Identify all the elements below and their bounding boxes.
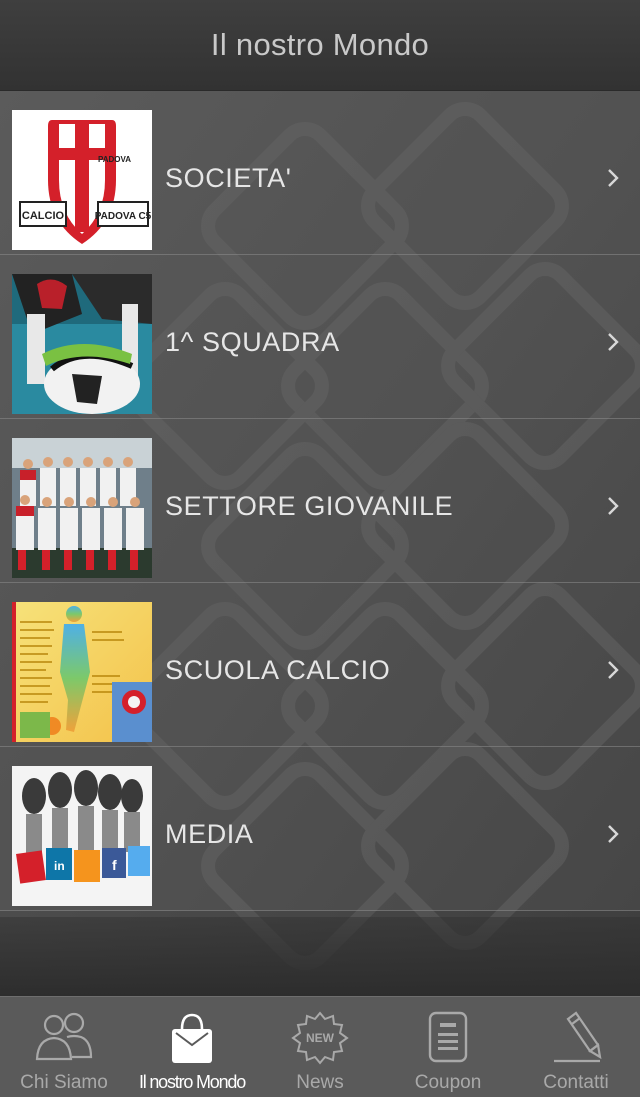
menu-item-societa[interactable]: CALCIO PADOVA C5 PADOVA SOCIETA' (0, 91, 640, 255)
youth-team-photo (12, 438, 152, 578)
svg-text:in: in (54, 859, 65, 873)
media-microphones-image: in f (12, 766, 152, 906)
menu-item-label: SETTORE GIOVANILE (165, 491, 454, 521)
coupon-document-icon (428, 1011, 468, 1063)
football-school-flyer (12, 602, 152, 742)
tab-label: Il nostro Mondo (138, 1072, 246, 1092)
pen-edit-icon (554, 1011, 602, 1063)
club-logo-image: CALCIO PADOVA C5 PADOVA (12, 110, 152, 250)
menu-item-settore-giovanile[interactable]: SETTORE GIOVANILE (0, 419, 640, 583)
tab-contatti[interactable]: Contatti (512, 997, 640, 1097)
tab-coupon[interactable]: Coupon (384, 997, 512, 1097)
page-title: Il nostro Mondo (210, 27, 430, 62)
tab-bar: Chi Siamo Il nostro Mondo NEW News Coupo… (0, 996, 640, 1097)
people-icon (35, 1012, 93, 1061)
nav-bar: Il nostro Mondo (0, 0, 640, 91)
menu-item-media[interactable]: in f MEDIA (0, 747, 640, 911)
new-badge-icon: NEW (291, 1011, 349, 1065)
tab-label: News (296, 1072, 344, 1093)
menu-list: CALCIO PADOVA C5 PADOVA SOCIETA' 1^ SQUA… (0, 91, 640, 911)
chevron-right-icon (608, 169, 619, 187)
tab-label: Chi Siamo (20, 1072, 108, 1093)
content-area[interactable]: CALCIO PADOVA C5 PADOVA SOCIETA' 1^ SQUA… (0, 91, 640, 996)
svg-text:f: f (112, 857, 117, 873)
menu-item-scuola-calcio[interactable]: SCUOLA CALCIO (0, 583, 640, 747)
tab-label: Coupon (414, 1072, 482, 1093)
chevron-right-icon (608, 825, 619, 843)
tab-chi-siamo[interactable]: Chi Siamo (0, 997, 128, 1097)
chevron-right-icon (608, 497, 619, 515)
menu-item-label: 1^ SQUADRA (165, 327, 340, 357)
svg-text:PADOVA C5: PADOVA C5 (95, 211, 152, 222)
menu-item-label: MEDIA (165, 819, 254, 849)
menu-item-label: SOCIETA' (165, 163, 292, 193)
tab-label: Contatti (543, 1072, 609, 1093)
shopping-bag-icon (172, 1013, 212, 1063)
chevron-right-icon (608, 661, 619, 679)
svg-text:NEW: NEW (306, 1031, 335, 1045)
first-team-photo (12, 274, 152, 414)
menu-item-label: SCUOLA CALCIO (165, 655, 391, 685)
svg-text:PADOVA: PADOVA (98, 155, 131, 164)
bottom-shade (0, 917, 640, 996)
menu-item-prima-squadra[interactable]: 1^ SQUADRA (0, 255, 640, 419)
chevron-right-icon (608, 333, 619, 351)
svg-text:CALCIO: CALCIO (22, 210, 65, 222)
tab-il-nostro-mondo[interactable]: Il nostro Mondo (128, 997, 256, 1097)
tab-news[interactable]: NEW News (256, 997, 384, 1097)
